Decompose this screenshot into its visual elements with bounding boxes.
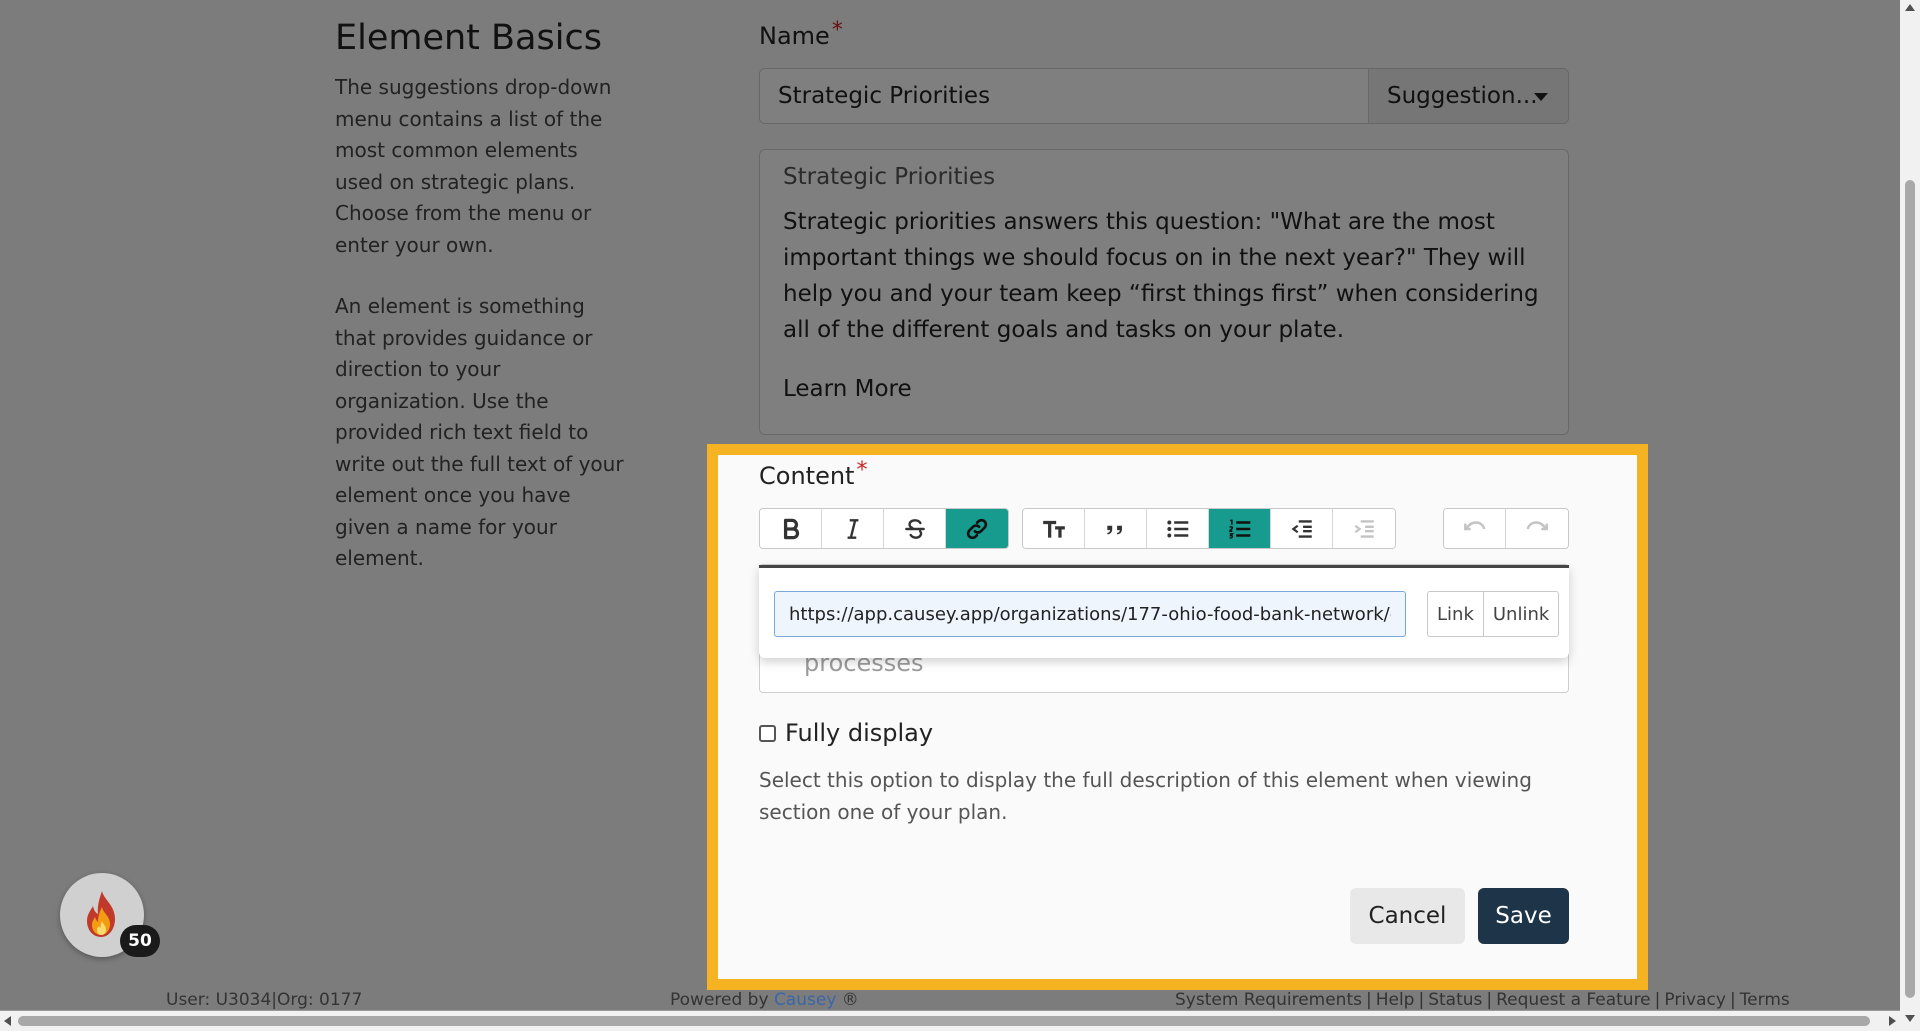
formatting-toolbar-group (759, 508, 1009, 549)
outdent-button[interactable] (1271, 509, 1333, 548)
fully-display-option[interactable]: Fully display (759, 719, 933, 747)
outdent-icon (1291, 519, 1312, 538)
footer-link-status[interactable]: Status (1428, 990, 1482, 1010)
redo-button[interactable] (1506, 509, 1568, 548)
footer-link-terms[interactable]: Terms (1740, 990, 1790, 1010)
content-label: Content* (759, 458, 867, 490)
footer-link-request-feature[interactable]: Request a Feature (1496, 990, 1651, 1010)
fully-display-help: Select this option to display the full d… (759, 768, 1532, 824)
bullet-list-icon (1166, 520, 1188, 537)
heading-button[interactable] (1023, 509, 1085, 548)
history-toolbar-group (1443, 508, 1569, 549)
horizontal-scroll-thumb[interactable] (18, 1016, 1870, 1026)
strikethrough-icon (904, 518, 925, 539)
footer-link-privacy[interactable]: Privacy (1664, 990, 1726, 1010)
bold-button[interactable] (760, 509, 822, 548)
footer-link-help[interactable]: Help (1376, 990, 1415, 1010)
footer-powered-by: Powered by Causey ® (670, 990, 859, 1010)
footer-link-system-requirements[interactable]: System Requirements (1175, 990, 1362, 1010)
horizontal-scrollbar[interactable] (0, 1011, 1900, 1031)
content-required-mark: * (856, 458, 868, 483)
quote-button[interactable] (1085, 509, 1147, 548)
scroll-left-arrow-icon[interactable] (4, 1016, 11, 1026)
scroll-up-arrow-icon[interactable] (1905, 4, 1915, 11)
undo-button[interactable] (1444, 509, 1506, 548)
footer-separator: | (1486, 990, 1493, 1010)
powered-prefix: Powered by (670, 990, 769, 1010)
strikethrough-button[interactable] (884, 509, 946, 548)
footer-links: System Requirements | Help | Status | Request … (1175, 990, 1790, 1010)
unlink-button[interactable]: Unlink (1482, 592, 1559, 636)
redo-icon (1526, 520, 1548, 530)
indent-icon (1354, 519, 1374, 538)
link-actions: Link Unlink (1427, 591, 1560, 637)
scroll-down-arrow-icon[interactable] (1905, 1015, 1915, 1022)
numbered-list-button[interactable] (1209, 509, 1271, 548)
bold-icon (783, 518, 799, 539)
heading-icon (1042, 520, 1065, 538)
footer-separator: | (1654, 990, 1661, 1010)
bullet-list-button[interactable] (1147, 509, 1209, 548)
footer-separator: | (1729, 990, 1736, 1010)
vertical-scroll-thumb[interactable] (1905, 180, 1915, 998)
cancel-button[interactable]: Cancel (1350, 888, 1465, 944)
fully-display-label: Fully display (785, 719, 934, 747)
footer-separator: | (1365, 990, 1372, 1010)
footer-separator: | (1418, 990, 1425, 1010)
footer-user-info: User: U3034|Org: 0177 (166, 990, 363, 1010)
numbered-list-icon (1228, 519, 1250, 539)
link-dialog: Link Unlink (759, 565, 1569, 658)
causey-link[interactable]: Causey (774, 990, 836, 1010)
link-url-input[interactable] (774, 591, 1406, 637)
vertical-scrollbar[interactable] (1900, 0, 1920, 1031)
quote-icon (1106, 525, 1122, 534)
link-icon (966, 518, 988, 539)
fully-display-checkbox[interactable] (759, 724, 776, 742)
save-button[interactable]: Save (1478, 888, 1569, 944)
italic-icon (847, 518, 858, 539)
streak-count: 50 (120, 925, 160, 957)
flame-icon (87, 891, 115, 937)
registered-mark: ® (841, 990, 859, 1010)
content-label-text: Content (759, 462, 855, 490)
block-toolbar-group (1022, 508, 1396, 549)
link-button[interactable] (946, 509, 1008, 548)
link-submit-button[interactable]: Link (1428, 592, 1483, 636)
scroll-right-arrow-icon[interactable] (1889, 1016, 1896, 1026)
undo-icon (1463, 520, 1485, 530)
indent-button[interactable] (1333, 509, 1395, 548)
italic-button[interactable] (822, 509, 884, 548)
